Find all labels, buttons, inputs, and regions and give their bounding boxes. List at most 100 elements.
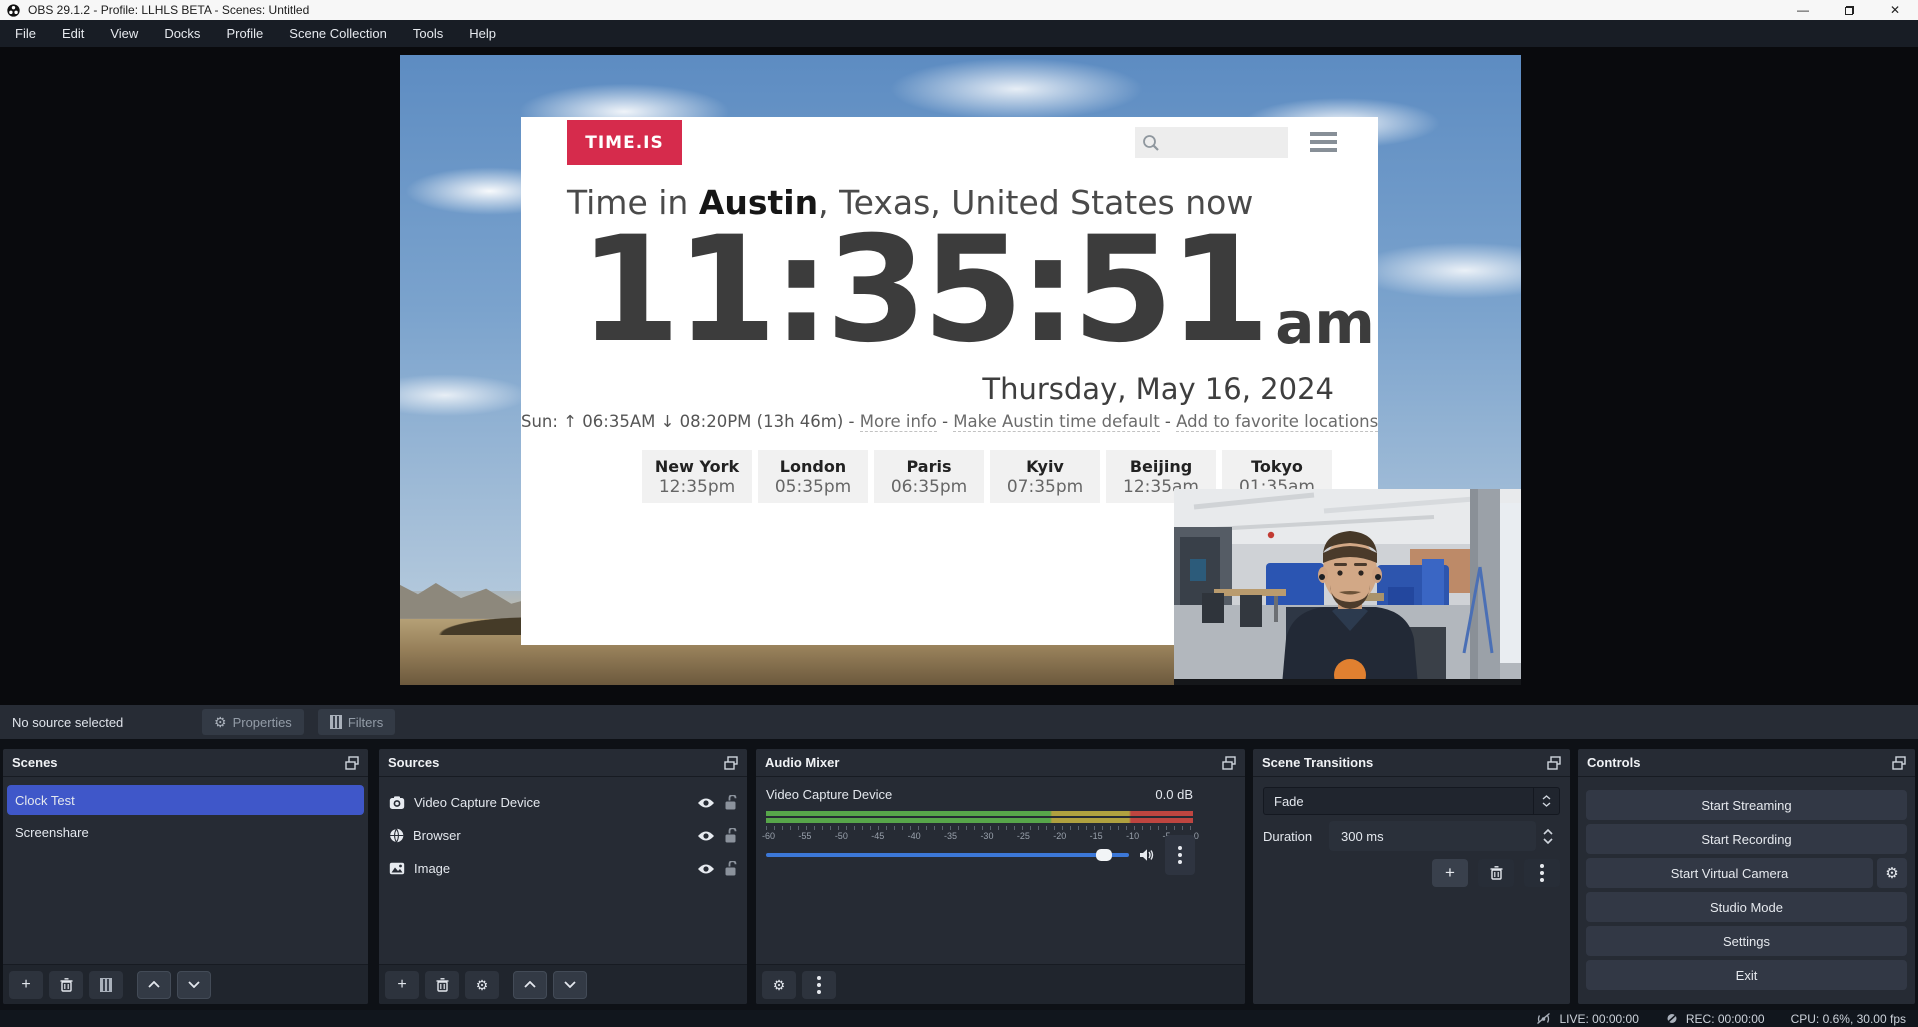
obs-logo-icon bbox=[7, 4, 20, 17]
chevron-down-icon bbox=[1542, 802, 1551, 807]
move-scene-down-button[interactable] bbox=[177, 971, 211, 999]
menu-profile[interactable]: Profile bbox=[213, 20, 276, 47]
popout-icon[interactable] bbox=[1892, 756, 1906, 770]
city-name: London bbox=[758, 457, 868, 476]
camera-icon bbox=[389, 796, 405, 810]
speaker-icon[interactable] bbox=[1139, 848, 1155, 862]
visibility-eye-icon[interactable] bbox=[697, 863, 715, 875]
scene-item-screenshare[interactable]: Screenshare bbox=[7, 817, 364, 847]
window-title: OBS 29.1.2 - Profile: LLHLS BETA - Scene… bbox=[28, 3, 309, 17]
double-gear-icon: ⚙ bbox=[773, 978, 786, 992]
start-streaming-button[interactable]: Start Streaming bbox=[1586, 790, 1907, 820]
settings-button[interactable]: Settings bbox=[1586, 926, 1907, 956]
studio-mode-button[interactable]: Studio Mode bbox=[1586, 892, 1907, 922]
timeis-search-box bbox=[1135, 127, 1288, 158]
add-scene-button[interactable]: + bbox=[9, 971, 43, 999]
sun-times: Sun: ↑ 06:35AM ↓ 08:20PM (13h 46m) bbox=[521, 412, 843, 431]
properties-button[interactable]: ⚙ Properties bbox=[202, 709, 304, 735]
popout-icon[interactable] bbox=[345, 756, 359, 770]
minimize-button[interactable]: — bbox=[1780, 0, 1826, 20]
duration-spinner[interactable] bbox=[1536, 829, 1560, 844]
lock-icon[interactable] bbox=[724, 795, 737, 810]
separator: - bbox=[843, 412, 859, 431]
scene-filters-button[interactable] bbox=[89, 971, 123, 999]
audio-mixer-dock-header[interactable]: Audio Mixer bbox=[756, 749, 1245, 777]
clock-digits: 11:35:51 bbox=[579, 209, 1265, 373]
volume-fader-row bbox=[766, 845, 1195, 865]
rec-status: REC: 00:00:00 bbox=[1665, 1012, 1765, 1026]
remove-scene-button[interactable] bbox=[49, 971, 83, 999]
webcam-video-source[interactable] bbox=[1174, 489, 1521, 685]
lock-icon[interactable] bbox=[724, 861, 737, 876]
controls-dock-header[interactable]: Controls bbox=[1578, 749, 1915, 777]
popout-icon[interactable] bbox=[1222, 756, 1236, 770]
close-button[interactable]: ✕ bbox=[1872, 0, 1918, 20]
properties-label: Properties bbox=[233, 715, 292, 730]
source-item-browser[interactable]: Browser bbox=[379, 820, 747, 851]
move-source-down-button[interactable] bbox=[553, 971, 587, 999]
menu-help[interactable]: Help bbox=[456, 20, 509, 47]
mixer-channel-row: Video Capture Device 0.0 dB bbox=[766, 787, 1193, 802]
popout-icon[interactable] bbox=[724, 756, 738, 770]
mixer-channel-name: Video Capture Device bbox=[766, 787, 892, 802]
menu-view[interactable]: View bbox=[97, 20, 151, 47]
remove-source-button[interactable] bbox=[425, 971, 459, 999]
mixer-options-button[interactable] bbox=[1165, 835, 1195, 875]
city-name: Kyiv bbox=[990, 457, 1100, 476]
transition-selected-value: Fade bbox=[1264, 794, 1533, 809]
restore-button[interactable] bbox=[1826, 0, 1872, 20]
city-card-new-york: New York 12:35pm bbox=[642, 450, 752, 503]
scenes-dock-header[interactable]: Scenes bbox=[3, 749, 368, 777]
visibility-eye-icon[interactable] bbox=[697, 797, 715, 809]
transition-select[interactable]: Fade bbox=[1263, 787, 1560, 815]
transitions-dock-header[interactable]: Scene Transitions bbox=[1253, 749, 1570, 777]
duration-input[interactable]: 300 ms bbox=[1329, 821, 1536, 851]
mixer-level-db: 0.0 dB bbox=[1155, 787, 1193, 802]
link-more-info: More info bbox=[860, 412, 937, 432]
visibility-eye-icon[interactable] bbox=[697, 830, 715, 842]
preview-video[interactable]: TIME.IS Time in Austin, Texas, United St… bbox=[400, 55, 1521, 685]
virtual-camera-row: Start Virtual Camera ⚙ bbox=[1586, 858, 1907, 888]
menu-tools[interactable]: Tools bbox=[400, 20, 456, 47]
transition-select-arrows[interactable] bbox=[1533, 788, 1559, 814]
search-icon bbox=[1141, 133, 1161, 153]
transition-options-button[interactable] bbox=[1524, 859, 1560, 887]
start-virtual-camera-button[interactable]: Start Virtual Camera bbox=[1586, 858, 1873, 888]
mixer-menu-button[interactable] bbox=[802, 971, 836, 999]
titlebar[interactable]: OBS 29.1.2 - Profile: LLHLS BETA - Scene… bbox=[0, 0, 1918, 20]
tick-label: -20 bbox=[1053, 831, 1066, 841]
tick-label: -25 bbox=[1017, 831, 1030, 841]
tick-label: -45 bbox=[871, 831, 884, 841]
stream-inactive-icon bbox=[1535, 1012, 1552, 1025]
add-source-button[interactable]: + bbox=[385, 971, 419, 999]
sources-title: Sources bbox=[388, 755, 439, 770]
chevron-up-icon bbox=[1542, 795, 1551, 800]
menu-file[interactable]: File bbox=[2, 20, 49, 47]
remove-transition-button[interactable] bbox=[1478, 859, 1514, 887]
tick-label: -60 bbox=[762, 831, 775, 841]
volume-slider[interactable] bbox=[766, 853, 1129, 857]
city-card-kyiv: Kyiv 07:35pm bbox=[990, 450, 1100, 503]
source-item-image[interactable]: Image bbox=[379, 853, 747, 884]
popout-icon[interactable] bbox=[1547, 756, 1561, 770]
virtual-camera-config-button[interactable]: ⚙ bbox=[1877, 858, 1907, 888]
sources-dock-header[interactable]: Sources bbox=[379, 749, 747, 777]
chevron-down-icon bbox=[1543, 838, 1553, 844]
hamburger-menu-icon bbox=[1310, 132, 1337, 152]
menu-docks[interactable]: Docks bbox=[151, 20, 213, 47]
move-source-up-button[interactable] bbox=[513, 971, 547, 999]
move-scene-up-button[interactable] bbox=[137, 971, 171, 999]
advanced-audio-button[interactable]: ⚙ bbox=[762, 971, 796, 999]
source-properties-button[interactable]: ⚙ bbox=[465, 971, 499, 999]
meter-scale-labels: -60 -55 -50 -45 -40 -35 -30 -25 -20 -15 … bbox=[762, 831, 1199, 841]
menu-edit[interactable]: Edit bbox=[49, 20, 97, 47]
exit-button[interactable]: Exit bbox=[1586, 960, 1907, 990]
lock-icon[interactable] bbox=[724, 828, 737, 843]
add-transition-button[interactable]: + bbox=[1432, 859, 1468, 887]
source-item-video-capture[interactable]: Video Capture Device bbox=[379, 787, 747, 818]
menu-scene-collection[interactable]: Scene Collection bbox=[276, 20, 400, 47]
start-recording-button[interactable]: Start Recording bbox=[1586, 824, 1907, 854]
volume-slider-handle[interactable] bbox=[1096, 849, 1112, 861]
filters-button[interactable]: Filters bbox=[318, 709, 395, 735]
scene-item-clock-test[interactable]: Clock Test bbox=[7, 785, 364, 815]
